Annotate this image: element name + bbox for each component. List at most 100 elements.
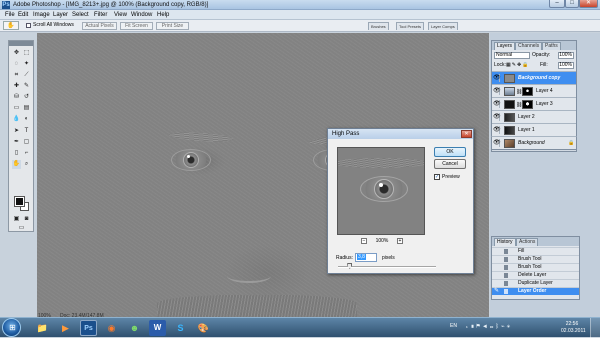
visibility-eye-icon[interactable]: 👁 — [493, 100, 501, 108]
dialog-title-bar[interactable]: High Pass ✕ — [328, 129, 473, 139]
scroll-all-windows-checkbox[interactable] — [26, 23, 31, 28]
toolbox-header[interactable] — [9, 41, 33, 46]
paint-icon[interactable]: 🎨 — [195, 320, 212, 336]
close-button[interactable]: ✕ — [579, 0, 598, 8]
blend-mode-select[interactable]: Normal — [494, 52, 530, 59]
media-player-icon[interactable]: ▶ — [57, 320, 74, 336]
eraser-tool-icon[interactable]: ▭ — [12, 104, 21, 113]
brush-tool-icon[interactable]: ✎ — [22, 82, 31, 91]
palette-tab-brushes[interactable]: Brushes — [368, 22, 389, 30]
history-item[interactable]: Duplicate Layer — [492, 279, 579, 287]
actual-pixels-button[interactable]: Actual Pixels — [82, 22, 117, 30]
firefox-icon[interactable]: ◉ — [103, 320, 120, 336]
volume-icon[interactable]: ◄ — [482, 324, 490, 330]
lock-icons[interactable]: ▦✎✥🔒 — [506, 62, 529, 69]
tab-paths[interactable]: Paths — [542, 42, 561, 50]
eyedropper-tool-icon[interactable]: ⌐ — [22, 149, 31, 158]
start-button[interactable]: ⊞ — [2, 318, 21, 337]
notes-tool-icon[interactable]: ▯ — [12, 149, 21, 158]
layer-mask-thumbnail[interactable] — [522, 100, 533, 109]
tab-actions[interactable]: Actions — [516, 238, 539, 246]
photoshop-icon[interactable]: Ps — [80, 320, 97, 336]
history-item[interactable]: ✎ Layer Order — [492, 287, 579, 295]
ok-button[interactable]: OK — [434, 147, 466, 157]
menu-edit[interactable]: Edit — [15, 10, 31, 20]
lasso-tool-icon[interactable]: ◌ — [12, 60, 21, 69]
screen-mode-icon[interactable]: ▭ — [17, 224, 26, 233]
layer-row[interactable]: 👁 ⛓ Layer 3 — [492, 97, 576, 110]
zoom-in-button[interactable]: + — [397, 238, 403, 244]
history-brush-tool-icon[interactable]: ↺ — [22, 93, 31, 102]
opacity-input[interactable]: 100% — [558, 52, 574, 59]
zoom-out-button[interactable]: − — [361, 238, 367, 244]
history-item[interactable]: Brush Tool — [492, 255, 579, 263]
visibility-eye-icon[interactable]: 👁 — [493, 113, 501, 121]
visibility-eye-icon[interactable]: 👁 — [493, 126, 501, 134]
windows-explorer-icon[interactable]: 📁 — [34, 320, 51, 336]
radius-slider-track[interactable] — [338, 266, 436, 268]
menu-select[interactable]: Select — [69, 10, 92, 20]
print-size-button[interactable]: Print Size — [156, 22, 189, 30]
zoom-tool-icon[interactable]: ⌕ — [22, 160, 31, 169]
fill-input[interactable]: 100% — [558, 62, 574, 69]
layer-row[interactable]: 👁 Layer 2 — [492, 110, 576, 123]
layer-row[interactable]: 👁 Background copy — [492, 71, 576, 84]
pen-tool-icon[interactable]: ✒ — [12, 138, 21, 147]
blur-tool-icon[interactable]: 💧 — [12, 115, 21, 124]
clock-time[interactable]: 22:56 — [563, 321, 581, 327]
history-item[interactable]: Delete Layer — [492, 271, 579, 279]
menu-filter[interactable]: Filter — [91, 10, 110, 20]
history-item[interactable]: Brush Tool — [492, 263, 579, 271]
quick-mask-on-icon[interactable]: ◙ — [22, 215, 31, 224]
shape-tool-icon[interactable]: ▢ — [22, 138, 31, 147]
layer-mask-thumbnail[interactable] — [522, 87, 533, 96]
layer-row-background[interactable]: 👁 Background 🔒 — [491, 136, 577, 150]
clock-date[interactable]: 02.03.2011 — [561, 328, 586, 334]
foreground-color-swatch[interactable] — [14, 196, 25, 207]
messenger-icon[interactable]: ☻ — [126, 320, 143, 336]
radius-input[interactable]: 3,8 — [355, 253, 377, 262]
layer-row[interactable]: 👁 ⛓ Layer 4 — [492, 84, 576, 97]
tab-history[interactable]: History — [494, 238, 516, 246]
dodge-tool-icon[interactable]: ◐ — [22, 115, 31, 124]
history-brush-source-icon[interactable]: ✎ — [494, 288, 499, 295]
palette-tab-layer-comps[interactable]: Layer Comps — [428, 22, 458, 30]
filter-preview[interactable] — [337, 147, 425, 235]
healing-brush-tool-icon[interactable]: ✚ — [12, 82, 21, 91]
marquee-tool-icon[interactable]: ⬚ — [22, 49, 31, 58]
slice-tool-icon[interactable]: ⟋ — [22, 71, 31, 80]
history-item[interactable]: Fill — [492, 247, 579, 255]
menu-window[interactable]: Window — [128, 10, 155, 20]
radius-slider-thumb[interactable] — [347, 263, 353, 269]
maximize-button[interactable]: □ — [565, 0, 579, 8]
menu-layer[interactable]: Layer — [50, 10, 71, 20]
tab-channels[interactable]: Channels — [515, 42, 543, 50]
type-tool-icon[interactable]: T — [22, 127, 31, 136]
preview-checkbox[interactable]: ✓ — [434, 174, 440, 180]
gradient-tool-icon[interactable]: ▤ — [22, 104, 31, 113]
clone-stamp-tool-icon[interactable]: ⛁ — [12, 93, 21, 102]
quick-mask-off-icon[interactable]: ▣ — [12, 215, 21, 224]
antivirus-icon[interactable]: ◈ — [507, 324, 513, 330]
skype-icon[interactable]: S — [172, 320, 189, 336]
visibility-eye-icon[interactable]: 👁 — [493, 139, 501, 147]
path-selection-tool-icon[interactable]: ➤ — [12, 127, 21, 136]
visibility-eye-icon[interactable]: 👁 — [493, 74, 501, 82]
dialog-close-button[interactable]: ✕ — [461, 130, 472, 138]
show-desktop-button[interactable] — [590, 318, 600, 338]
cancel-button[interactable]: Cancel — [434, 159, 466, 169]
tab-layers[interactable]: Layers — [494, 42, 516, 50]
minimize-button[interactable]: – — [549, 0, 565, 8]
palette-tab-tool-presets[interactable]: Tool Presets — [396, 22, 425, 30]
magic-wand-tool-icon[interactable]: ✦ — [22, 60, 31, 69]
menu-help[interactable]: Help — [154, 10, 172, 20]
move-tool-icon[interactable]: ✥ — [12, 49, 21, 58]
lock-all-icon[interactable]: 🔒 — [522, 62, 529, 68]
word-icon[interactable]: W — [149, 320, 166, 336]
crop-tool-icon[interactable]: ⌗ — [12, 71, 21, 80]
hand-icon[interactable]: ✋ — [3, 21, 19, 30]
layer-row[interactable]: 👁 Layer 1 — [492, 123, 576, 136]
fit-screen-button[interactable]: Fit Screen — [120, 22, 153, 30]
visibility-eye-icon[interactable]: 👁 — [493, 87, 501, 95]
hand-tool-icon[interactable]: ✋ — [12, 160, 21, 169]
